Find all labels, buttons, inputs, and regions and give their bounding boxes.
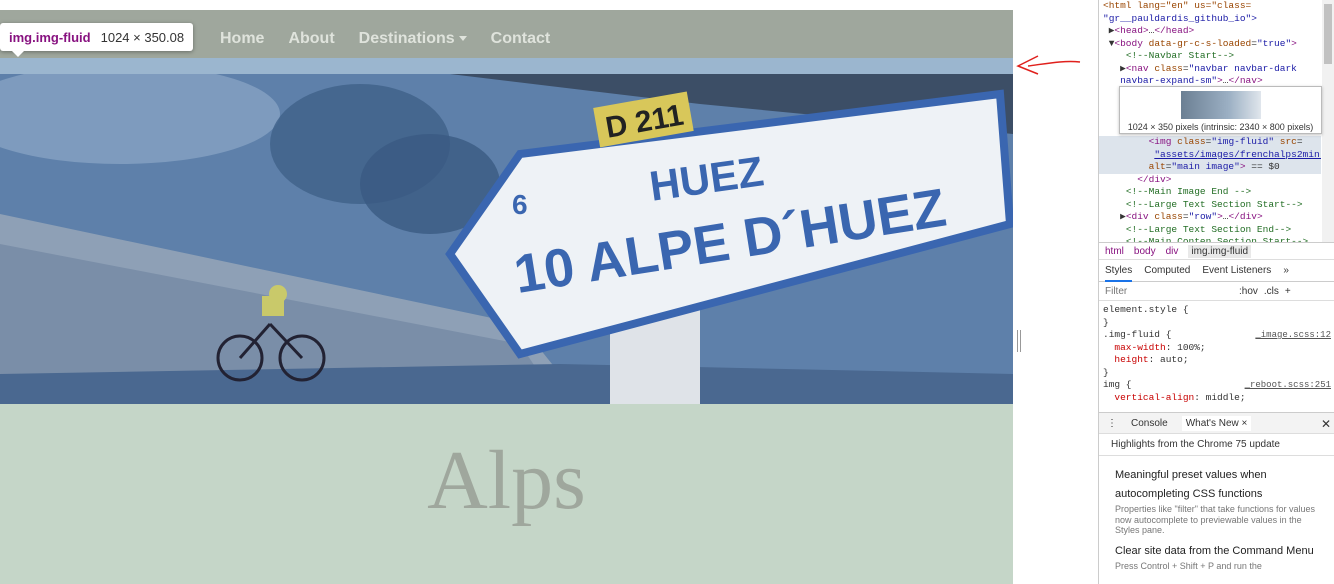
page-heading: Alps [427,434,586,527]
caret-down-icon [458,36,467,42]
tooltip-dimensions: 1024 × 350.08 [100,29,185,45]
dom-line[interactable]: ▶<head>…</head> [1099,25,1321,38]
tab-styles[interactable]: Styles [1105,260,1133,282]
rule2-prop-0-name: vertical-align [1114,391,1195,403]
rule1-prop-1-name: height [1114,354,1149,365]
dom-line[interactable]: <!--Navbar Start--> [1099,50,1321,63]
tab-computed[interactable]: Computed [1144,260,1190,282]
dom-scrollbar-thumb[interactable] [1324,4,1332,64]
nav-destinations[interactable]: Destinations [359,30,467,48]
drawer-tab-console[interactable]: Console [1131,418,1168,429]
styles-filter-input[interactable] [1105,284,1233,299]
nav-destinations-label: Destinations [358,30,455,47]
rule-close: } [1103,316,1109,328]
nav-home[interactable]: Home [220,30,264,48]
styles-tabs: Styles Computed Event Listeners » [1099,260,1334,282]
image-preview-popup: 1024 × 350 pixels (intrinsic: 2340 × 800… [1119,86,1322,134]
nav-about[interactable]: About [288,30,334,48]
whats-new-item-desc: Properties like "filter" that take funct… [1115,504,1315,535]
dom-line[interactable]: <!--Main Image End --> [1099,186,1321,199]
hero-photo-illustration: D 211 HUEZ 10 ALPE D´HUEZ 6 [0,74,1013,404]
annotation-arrow-icon [1016,55,1081,75]
dom-line[interactable]: "assets/images/frenchalps2min.jpg" [1099,148,1321,161]
drawer-menu-icon[interactable]: ⋮ [1107,418,1117,429]
tabs-overflow-button[interactable]: » [1283,260,1289,282]
image-preview-caption: 1024 × 350 pixels (intrinsic: 2340 × 800… [1127,122,1314,132]
rule1-selector[interactable]: .img-fluid { [1103,329,1171,340]
resize-handle[interactable] [1017,330,1021,352]
rule1-source-link[interactable]: _image.scss:12 [1255,329,1331,342]
rule1-prop-0-value: 100%; [1177,341,1206,353]
whats-new-item-title[interactable]: Meaningful preset values when autocomple… [1115,466,1319,504]
dom-line[interactable]: ▶<nav class="navbar navbar-dark [1099,63,1321,76]
rule1-prop-1-value: auto; [1160,354,1189,365]
tooltip-tag: img.img-fluid [9,29,91,45]
element-style-selector[interactable]: element.style { [1103,304,1331,317]
new-rule-button[interactable]: + [1285,286,1291,297]
dom-line[interactable]: </div> [1099,174,1321,187]
breadcrumb-div[interactable]: div [1166,246,1179,257]
whats-new-item-title[interactable]: Clear site data from the Command Menu [1115,542,1319,561]
drawer-tab-whats-new[interactable]: What's New × [1181,415,1252,431]
devtools-panel: <html lang="en" us="class= "gr__pauldardi… [1098,0,1334,584]
styles-pane: element.style { } .img-fluid { _image.scs… [1099,302,1334,412]
rule2-prop-0[interactable]: vertical-align: middle; [1103,392,1331,405]
rule1-prop-1[interactable]: height: auto; [1103,354,1331,367]
rule1-prop-0-name: max-width [1114,341,1166,353]
breadcrumb-html[interactable]: html [1105,246,1124,257]
rule1-prop-0[interactable]: max-width: 100%; [1103,342,1331,355]
element-inspect-tooltip: img.img-fluid 1024 × 350.08 [0,23,194,57]
dom-line[interactable]: <html lang="en" us="class= [1099,0,1321,13]
whats-new-content: Meaningful preset values when autocomple… [1099,456,1334,584]
breadcrumb-img[interactable]: img.img-fluid [1188,244,1252,258]
cls-button[interactable]: .cls [1264,286,1279,297]
whats-new-item-desc: Press Control + Shift + P and run the [1115,560,1262,571]
dom-line[interactable]: "gr__pauldardis_github_io"> [1099,13,1321,26]
dom-line[interactable]: ▼<body data-gr-c-s-loaded="true"> [1099,38,1321,51]
hov-button[interactable]: :hov [1239,286,1258,297]
drawer-tab-whats-new-label: What's New [1185,417,1239,429]
styles-filter-row: :hov .cls + [1099,283,1334,301]
dom-line[interactable]: alt="main image"> == $0 [1099,161,1321,174]
top-strip [0,0,1013,10]
breadcrumb-body[interactable]: body [1134,246,1156,257]
tab-event-listeners[interactable]: Event Listeners [1202,260,1271,282]
nav-contact[interactable]: Contact [491,30,551,48]
breadcrumb: html body div img.img-fluid [1099,242,1334,260]
dom-line[interactable]: <img class="img-fluid" src= [1099,136,1321,149]
sign-small-number: 6 [512,189,528,220]
dom-line[interactable]: ▶<div class="row">…</div> [1099,211,1321,224]
image-thumbnail [1180,91,1261,119]
navbar-padding-highlight [0,58,1013,74]
rule2-prop-0-value: middle; [1205,391,1246,403]
dom-scrollbar[interactable] [1322,0,1334,242]
whats-new-highlights: Highlights from the Chrome 75 update [1099,434,1334,456]
page-viewport: PedalTours Home About Destinations Conta… [0,0,1013,584]
hero-image: D 211 HUEZ 10 ALPE D´HUEZ 6 [0,74,1013,404]
drawer-tabs: ⋮ Console What's New × ✕ [1099,412,1334,434]
close-drawer-icon[interactable]: ✕ [1321,417,1331,431]
rule2-source-link[interactable]: _reboot.scss:251 [1245,379,1331,392]
rule-close: } [1103,366,1109,378]
dom-line[interactable]: <!--Large Text Section Start--> [1099,199,1321,212]
nav-links: Home About Destinations Contact [220,30,550,48]
rule2-selector[interactable]: img { [1103,379,1132,390]
dom-line[interactable]: <!--Large Text Section End--> [1099,224,1321,237]
